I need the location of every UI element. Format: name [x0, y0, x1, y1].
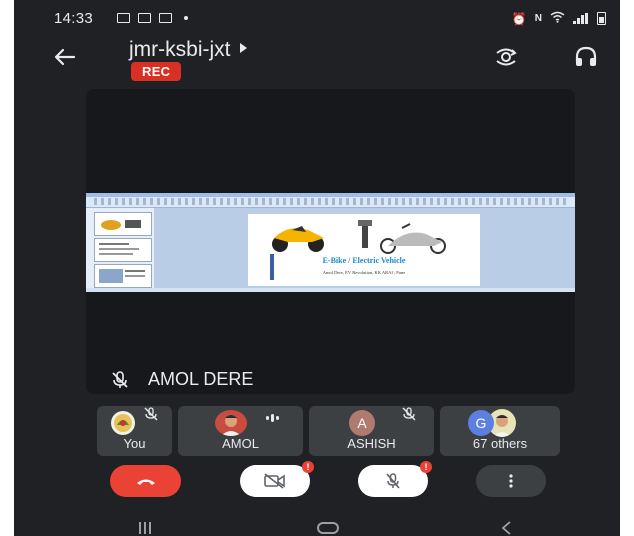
meeting-code: jmr-ksbi-jxt — [129, 38, 231, 61]
speaker-name-tag: AMOL DERE — [110, 369, 253, 390]
participant-name: You — [123, 436, 146, 451]
more-notifications-icon — [184, 16, 188, 20]
participant-tile-amol[interactable]: AMOL — [178, 406, 303, 456]
chevron-right-icon — [240, 43, 248, 54]
slide-subtitle: Amol Dere, EV Revolution, KK ARAI , Pune — [322, 270, 406, 275]
avatar: G — [468, 410, 494, 436]
presentation-statusbar — [86, 288, 575, 292]
system-nav-bar — [14, 512, 620, 536]
end-call-button[interactable] — [110, 465, 181, 497]
shared-screen: E-Bike / Electric Vehicle Amol Dere, EV … — [86, 193, 575, 292]
meeting-title[interactable]: jmr-ksbi-jxt — [129, 38, 248, 62]
notification-icon — [117, 13, 130, 23]
battery-icon — [597, 12, 606, 25]
mic-off-icon — [112, 370, 128, 388]
mic-off-icon — [402, 407, 416, 421]
participant-tile-ashish[interactable]: A ASHISH — [309, 406, 434, 456]
slide-thumbnail — [94, 212, 152, 236]
end-call-icon — [136, 479, 155, 485]
participant-name: 67 others — [472, 436, 528, 451]
headphones-icon[interactable] — [572, 44, 600, 70]
mic-off-button[interactable]: ! — [358, 461, 432, 497]
participant-name: AMOL — [222, 436, 259, 451]
alarm-icon: ⏰ — [511, 11, 527, 26]
speaker-name: AMOL DERE — [148, 369, 254, 389]
main-video-tile[interactable]: E-Bike / Electric Vehicle Amol Dere, EV … — [86, 89, 575, 394]
wifi-icon — [550, 11, 565, 26]
participant-tile-others[interactable]: G 67 others — [440, 406, 560, 456]
more-options-button[interactable] — [476, 465, 546, 497]
presentation-ribbon — [86, 193, 575, 208]
slide-title: E-Bike / Electric Vehicle — [322, 256, 406, 265]
bikes-image — [272, 220, 446, 254]
switch-camera-icon[interactable] — [492, 44, 520, 70]
meet-screen: 14:33 ⏰ N jmr-ksbi-jxt REC E-Bike / Elec… — [14, 0, 620, 536]
recording-badge: REC — [131, 62, 182, 81]
recents-icon[interactable] — [139, 522, 151, 534]
avatar: A — [349, 410, 375, 436]
more-vert-icon — [509, 474, 513, 488]
participant-name: ASHISH — [347, 436, 396, 451]
signal-icon — [573, 13, 589, 24]
notification-icons — [117, 13, 188, 23]
notification-icon — [159, 13, 172, 23]
participant-tile-you[interactable]: You — [97, 406, 172, 456]
status-time: 14:33 — [54, 10, 94, 27]
speaking-indicator-icon — [266, 414, 279, 422]
camera-off-icon — [264, 473, 285, 489]
home-icon[interactable] — [317, 522, 339, 534]
camera-off-button[interactable]: ! — [240, 461, 314, 497]
slide-thumbnail — [94, 264, 152, 288]
gallery-icon — [138, 13, 151, 23]
alert-badge-icon: ! — [302, 461, 314, 473]
back-icon[interactable] — [500, 521, 512, 535]
slide-canvas: E-Bike / Electric Vehicle Amol Dere, EV … — [154, 208, 575, 292]
current-slide: E-Bike / Electric Vehicle Amol Dere, EV … — [248, 214, 480, 286]
avatar — [215, 410, 247, 436]
back-arrow-icon[interactable] — [52, 44, 78, 70]
slide-thumbnails — [86, 208, 155, 292]
alert-badge-icon: ! — [420, 461, 432, 473]
mic-off-icon — [386, 473, 400, 489]
status-bar: 14:33 ⏰ N — [14, 0, 620, 34]
slide-thumbnail — [94, 238, 152, 262]
avatar — [111, 411, 135, 435]
mic-off-icon — [144, 407, 158, 421]
volte-icon: N — [534, 13, 542, 24]
system-icons: ⏰ N — [512, 11, 606, 26]
